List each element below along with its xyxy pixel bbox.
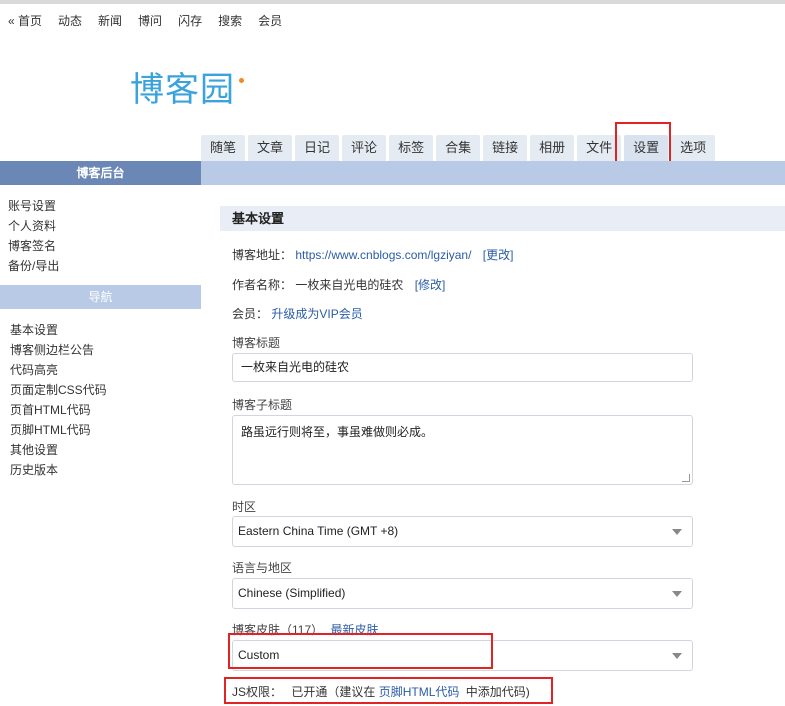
timezone-label: 时区 bbox=[232, 500, 257, 514]
sidebar-item-basic-settings[interactable]: 基本设置 bbox=[10, 320, 200, 340]
sidebar-item-backup[interactable]: 备份/导出 bbox=[8, 256, 198, 276]
subtitle-text: 路虽远行则将至，事虽难做则必成。 bbox=[241, 425, 434, 439]
locale-select[interactable]: Chinese (Simplified) bbox=[232, 578, 693, 609]
member-row: 会员： 升级成为VIP会员 bbox=[232, 305, 363, 322]
tab-links[interactable]: 链接 bbox=[483, 135, 528, 161]
js-highlight-box bbox=[224, 677, 553, 704]
tab-collections[interactable]: 合集 bbox=[436, 135, 481, 161]
sidebar-nav-links: 基本设置 博客侧边栏公告 代码高亮 页面定制CSS代码 页首HTML代码 页脚H… bbox=[10, 320, 200, 480]
resize-handle-icon[interactable] bbox=[682, 474, 690, 482]
sidebar-item-footer-html[interactable]: 页脚HTML代码 bbox=[10, 420, 200, 440]
nav-questions-link[interactable]: 博问 bbox=[138, 12, 162, 29]
sidebar-nav-title: 导航 bbox=[0, 285, 201, 309]
sidebar-item-header-html[interactable]: 页首HTML代码 bbox=[10, 400, 200, 420]
chevron-down-icon bbox=[672, 529, 682, 535]
nav-search-link[interactable]: 搜索 bbox=[218, 12, 242, 29]
blog-url-link[interactable]: https://www.cnblogs.com/lgziyan/ bbox=[295, 248, 471, 262]
author-label: 作者名称： bbox=[232, 278, 293, 292]
top-border bbox=[0, 0, 785, 4]
sidebar-item-code-highlight[interactable]: 代码高亮 bbox=[10, 360, 200, 380]
locale-value: Chinese (Simplified) bbox=[238, 586, 346, 600]
sidebar-item-other-settings[interactable]: 其他设置 bbox=[10, 440, 200, 460]
nav-home-link[interactable]: « 首页 bbox=[8, 12, 42, 29]
blog-title-input[interactable]: 一枚来自光电的硅农 bbox=[232, 353, 693, 382]
timezone-select[interactable]: Eastern China Time (GMT +8) bbox=[232, 516, 693, 547]
sidebar-title: 博客后台 bbox=[0, 161, 201, 185]
sidebar-item-history[interactable]: 历史版本 bbox=[10, 460, 200, 480]
logo-accent-dot bbox=[239, 78, 244, 83]
tab-albums[interactable]: 相册 bbox=[530, 135, 575, 161]
blog-subtitle-textarea[interactable]: 路虽远行则将至，事虽难做则必成。 bbox=[232, 415, 693, 485]
sidebar-item-profile[interactable]: 个人资料 bbox=[8, 216, 198, 236]
sidebar-item-signature[interactable]: 博客签名 bbox=[8, 236, 198, 256]
blog-url-label: 博客地址： bbox=[232, 248, 293, 262]
blog-subtitle-label: 博客子标题 bbox=[232, 398, 293, 412]
chevron-down-icon bbox=[672, 591, 682, 597]
member-label: 会员： bbox=[232, 307, 269, 321]
sidebar-item-sidebar-notice[interactable]: 博客侧边栏公告 bbox=[10, 340, 200, 360]
timezone-value: Eastern China Time (GMT +8) bbox=[238, 524, 399, 538]
edit-author-link[interactable]: [修改] bbox=[415, 278, 446, 292]
nav-member-link[interactable]: 会员 bbox=[258, 12, 282, 29]
nav-flash-link[interactable]: 闪存 bbox=[178, 12, 202, 29]
chevron-down-icon bbox=[672, 653, 682, 659]
nav-activity-link[interactable]: 动态 bbox=[58, 12, 82, 29]
sidebar-item-account-settings[interactable]: 账号设置 bbox=[8, 196, 198, 216]
site-logo[interactable]: 博客园 bbox=[130, 62, 244, 111]
tab-posts[interactable]: 随笔 bbox=[201, 135, 246, 161]
logo-text: 博客园 bbox=[130, 70, 235, 110]
nav-news-link[interactable]: 新闻 bbox=[98, 12, 122, 29]
top-navigation: « 首页 动态 新闻 博问 闪存 搜索 会员 bbox=[8, 12, 298, 29]
blog-title-label: 博客标题 bbox=[232, 336, 281, 350]
sidebar-item-custom-css[interactable]: 页面定制CSS代码 bbox=[10, 380, 200, 400]
tab-tags[interactable]: 标签 bbox=[389, 135, 434, 161]
tab-articles[interactable]: 文章 bbox=[248, 135, 293, 161]
tab-options[interactable]: 选项 bbox=[671, 135, 716, 161]
author-row: 作者名称： 一枚来自光电的硅农 [修改] bbox=[232, 276, 445, 293]
tab-comments[interactable]: 评论 bbox=[342, 135, 387, 161]
locale-label: 语言与地区 bbox=[232, 561, 293, 575]
skin-highlight-box bbox=[228, 633, 493, 669]
blog-url-row: 博客地址： https://www.cnblogs.com/lgziyan/ [… bbox=[232, 246, 513, 263]
section-title: 基本设置 bbox=[220, 206, 785, 231]
upgrade-vip-link[interactable]: 升级成为VIP会员 bbox=[271, 307, 362, 321]
sidebar-account-links: 账号设置 个人资料 博客签名 备份/导出 bbox=[8, 196, 198, 276]
author-name: 一枚来自光电的硅农 bbox=[295, 278, 404, 292]
change-url-link[interactable]: [更改] bbox=[483, 248, 514, 262]
tab-diary[interactable]: 日记 bbox=[295, 135, 340, 161]
